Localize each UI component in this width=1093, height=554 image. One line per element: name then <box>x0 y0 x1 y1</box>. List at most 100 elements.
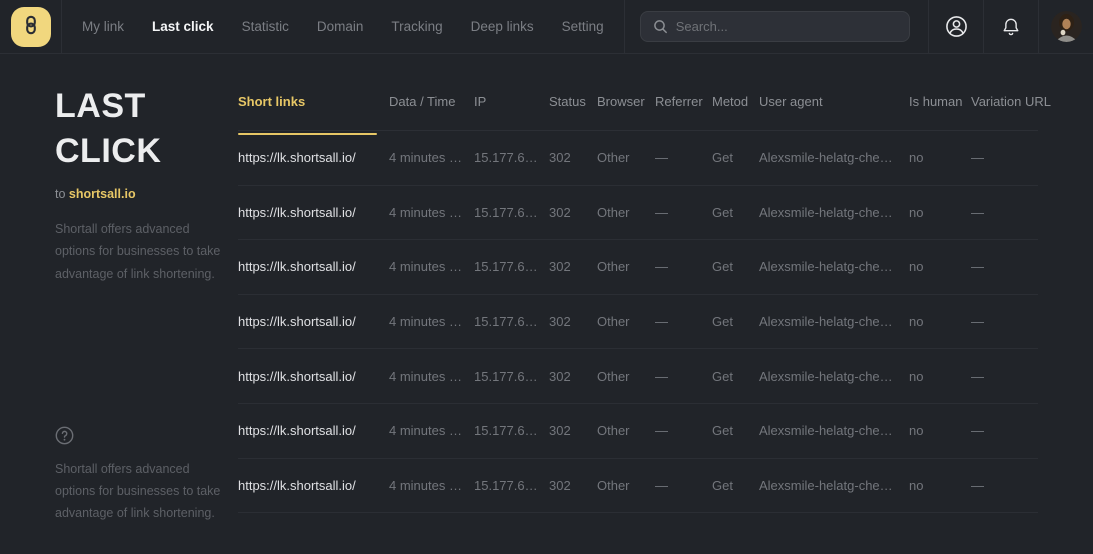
cell-ip: 15.177.66.7 <box>474 150 549 165</box>
nav-item-setting[interactable]: Setting <box>548 0 618 54</box>
page-title-line2: CLICK <box>55 129 218 174</box>
cell-referrer: — <box>655 150 712 165</box>
sidebar-description: Shortall offers advanced options for bus… <box>55 218 223 285</box>
search-box[interactable] <box>640 11 910 42</box>
cell-short_link: https://lk.shortsall.io/ <box>238 369 389 384</box>
cell-variation_url: — <box>971 259 1038 274</box>
cell-browser: Other <box>597 150 655 165</box>
cell-time: 4 minutes ago <box>389 150 474 165</box>
table-row: https://lk.shortsall.io/4 minutes ago15.… <box>238 295 1038 350</box>
table-row: https://lk.shortsall.io/4 minutes ago15.… <box>238 404 1038 459</box>
cell-ip: 15.177.66.7 <box>474 369 549 384</box>
nav-item-tracking[interactable]: Tracking <box>377 0 456 54</box>
cell-is_human: no <box>909 205 971 220</box>
cell-variation_url: — <box>971 369 1038 384</box>
search-input[interactable] <box>676 19 897 34</box>
cell-method: Get <box>712 314 759 329</box>
logo-button[interactable] <box>11 7 51 47</box>
cell-user_agent: Alexsmile-helatg-check-… <box>759 478 909 493</box>
column-header-status: Status <box>549 94 597 134</box>
sidebar-description-2: Shortall offers advanced options for bus… <box>55 458 223 525</box>
cell-ip: 15.177.66.7 <box>474 423 549 438</box>
search-icon <box>653 19 668 34</box>
topbar: My linkLast clickStatisticDomainTracking… <box>0 0 1093 54</box>
cell-referrer: — <box>655 259 712 274</box>
column-header-browser: Browser <box>597 94 655 134</box>
cell-method: Get <box>712 369 759 384</box>
column-header-variation_url: Variation URL <box>971 94 1038 134</box>
cell-short_link: https://lk.shortsall.io/ <box>238 314 389 329</box>
domain-link[interactable]: shortsall.io <box>69 187 136 201</box>
cell-referrer: — <box>655 478 712 493</box>
table-row: https://lk.shortsall.io/4 minutes ago15.… <box>238 186 1038 241</box>
bell-icon <box>1000 16 1022 38</box>
help-icon[interactable] <box>55 426 74 445</box>
cell-variation_url: — <box>971 205 1038 220</box>
cell-ip: 15.177.66.7 <box>474 314 549 329</box>
cell-user_agent: Alexsmile-helatg-check-… <box>759 423 909 438</box>
cell-referrer: — <box>655 369 712 384</box>
cell-user_agent: Alexsmile-helatg-check-… <box>759 369 909 384</box>
sidebar: LAST CLICK to shortsall.io Shortall offe… <box>0 54 238 553</box>
cell-is_human: no <box>909 259 971 274</box>
cell-referrer: — <box>655 205 712 220</box>
cell-user_agent: Alexsmile-helatg-check-… <box>759 259 909 274</box>
cell-is_human: no <box>909 150 971 165</box>
cell-browser: Other <box>597 205 655 220</box>
cell-status: 302 <box>549 423 597 438</box>
cell-variation_url: — <box>971 423 1038 438</box>
account-button[interactable] <box>929 0 983 53</box>
cell-ip: 15.177.66.7 <box>474 259 549 274</box>
chain-link-icon <box>21 15 41 38</box>
cell-time: 4 minutes ago <box>389 478 474 493</box>
cell-is_human: no <box>909 478 971 493</box>
subtitle: to shortsall.io <box>55 187 218 201</box>
nav-item-my-link[interactable]: My link <box>68 0 138 54</box>
nav-item-last-click[interactable]: Last click <box>138 0 228 54</box>
cell-time: 4 minutes ago <box>389 314 474 329</box>
column-header-time: Data / Time <box>389 94 474 134</box>
cell-time: 4 minutes ago <box>389 259 474 274</box>
cell-short_link: https://lk.shortsall.io/ <box>238 478 389 493</box>
notifications-button[interactable] <box>984 0 1038 53</box>
last-click-table: Short linksData / TimeIPStatusBrowserRef… <box>238 54 1038 553</box>
logo-cell <box>0 0 62 53</box>
help-block: Shortall offers advanced options for bus… <box>55 426 218 525</box>
cell-method: Get <box>712 150 759 165</box>
cell-is_human: no <box>909 314 971 329</box>
page-title-line1: LAST <box>55 84 218 129</box>
cell-browser: Other <box>597 259 655 274</box>
cell-short_link: https://lk.shortsall.io/ <box>238 205 389 220</box>
nav-item-deep-links[interactable]: Deep links <box>457 0 548 54</box>
column-header-is_human: Is human <box>909 94 971 134</box>
cell-referrer: — <box>655 423 712 438</box>
cell-status: 302 <box>549 478 597 493</box>
cell-variation_url: — <box>971 314 1038 329</box>
cell-variation_url: — <box>971 150 1038 165</box>
cell-status: 302 <box>549 259 597 274</box>
cell-variation_url: — <box>971 478 1038 493</box>
cell-user_agent: Alexsmile-helatg-check-… <box>759 205 909 220</box>
cell-method: Get <box>712 478 759 493</box>
cell-method: Get <box>712 423 759 438</box>
cell-time: 4 minutes ago <box>389 423 474 438</box>
column-header-method: Metod <box>712 94 759 134</box>
main-nav: My linkLast clickStatisticDomainTracking… <box>62 0 624 53</box>
cell-status: 302 <box>549 314 597 329</box>
column-header-user_agent: User agent <box>759 94 909 134</box>
nav-item-statistic[interactable]: Statistic <box>228 0 303 54</box>
table-row: https://lk.shortsall.io/4 minutes ago15.… <box>238 131 1038 186</box>
cell-browser: Other <box>597 314 655 329</box>
profile-menu[interactable] <box>1039 0 1093 53</box>
cell-browser: Other <box>597 423 655 438</box>
nav-item-domain[interactable]: Domain <box>303 0 378 54</box>
cell-is_human: no <box>909 369 971 384</box>
subtitle-prefix: to <box>55 187 69 201</box>
app-window: My linkLast clickStatisticDomainTracking… <box>0 0 1093 554</box>
cell-is_human: no <box>909 423 971 438</box>
table-header: Short linksData / TimeIPStatusBrowserRef… <box>238 54 1038 131</box>
table-body: https://lk.shortsall.io/4 minutes ago15.… <box>238 131 1038 513</box>
cell-user_agent: Alexsmile-helatg-check-… <box>759 314 909 329</box>
cell-ip: 15.177.66.7 <box>474 478 549 493</box>
cell-referrer: — <box>655 314 712 329</box>
